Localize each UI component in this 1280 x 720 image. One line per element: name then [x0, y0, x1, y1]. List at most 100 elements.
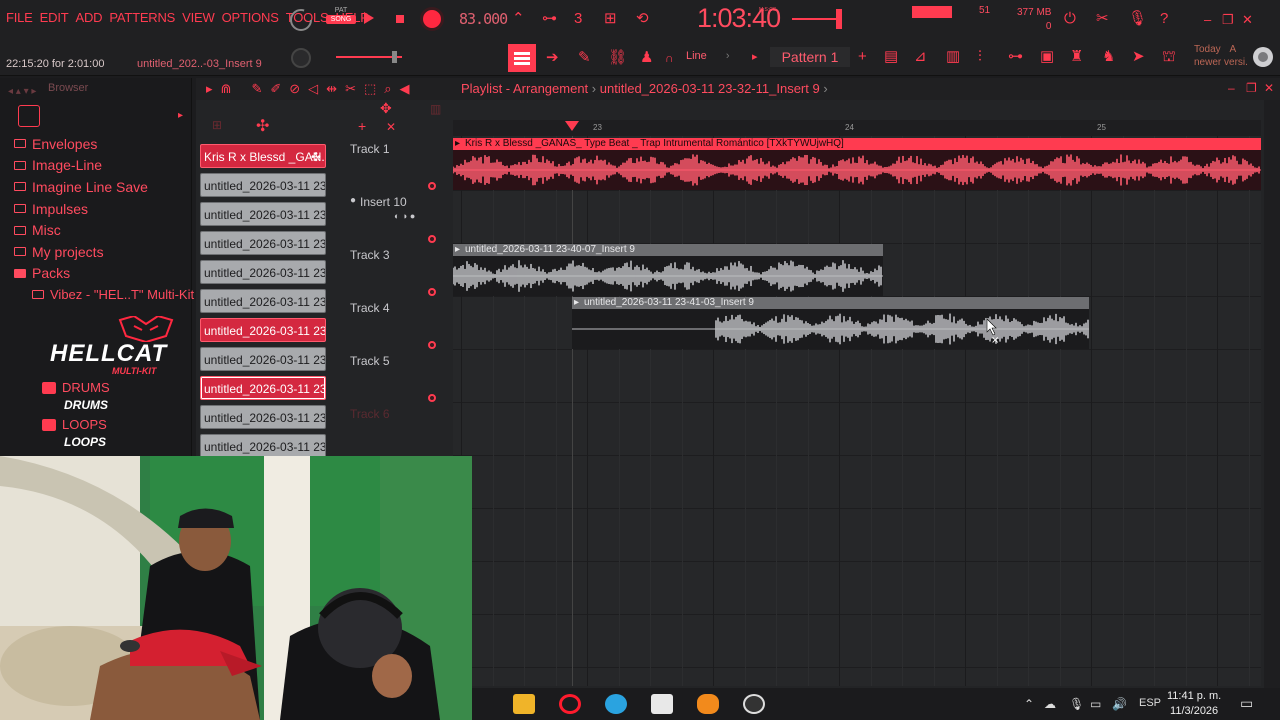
clip-source-5[interactable]: untitled_2026-03-11 23-... — [200, 289, 326, 313]
playlist-menu-icon[interactable]: ▸ — [206, 81, 213, 97]
browser-item-my-projects[interactable]: My projects — [14, 241, 194, 263]
tempo-tap-icon[interactable]: ♞ — [1102, 49, 1115, 64]
track-mute-button[interactable] — [428, 341, 436, 349]
cpu-dial-icon[interactable] — [288, 7, 314, 33]
record-button[interactable] — [420, 7, 444, 31]
track-header-4[interactable]: Track 4 — [346, 297, 446, 349]
main-volume-slider[interactable] — [790, 6, 850, 32]
browser-item-misc[interactable]: Misc — [14, 219, 194, 241]
export-icon[interactable]: ➤ — [1132, 49, 1145, 64]
browser-item-drums[interactable]: DRUMS — [42, 380, 110, 395]
menu-edit[interactable]: EDIT — [40, 10, 69, 25]
clip-source-9[interactable]: untitled_2026-03-11 23-... — [200, 405, 326, 429]
microphone-icon[interactable]: 🎙 — [1069, 697, 1084, 711]
magnet-icon[interactable]: ∩ — [665, 52, 674, 64]
browser-item-packs[interactable]: Packs — [14, 263, 194, 285]
pencil-tool-icon[interactable]: ✎ — [251, 81, 262, 97]
clip-source-0[interactable]: Kris R x Blessd _GAN... ✣ — [200, 144, 326, 168]
help-icon[interactable]: ? — [1160, 11, 1168, 26]
move-tracks-icon[interactable]: ✥ — [380, 100, 392, 117]
power-icon[interactable]: ⏻ — [1064, 11, 1076, 26]
view-playlist-icon[interactable]: ▤ — [884, 49, 898, 64]
tempo-display[interactable]: 83.000 — [459, 10, 508, 28]
opera-icon[interactable] — [559, 694, 581, 714]
picker-audio-icon[interactable]: ✣ — [256, 116, 269, 136]
clip-source-1[interactable]: untitled_2026-03-11 23-... — [200, 173, 326, 197]
view-piano-roll-icon[interactable]: ⊿ — [914, 49, 927, 64]
remove-track-icon[interactable]: ✕ — [386, 120, 396, 134]
media-app-icon[interactable] — [651, 694, 673, 714]
menu-options[interactable]: OPTIONS — [222, 10, 279, 25]
playlist-maximize-button[interactable]: ❐ — [1246, 81, 1257, 95]
menu-patterns[interactable]: PATTERNS — [109, 10, 175, 25]
master-volume-knob[interactable] — [288, 45, 314, 71]
telegram-icon[interactable] — [605, 694, 627, 714]
mic-icon[interactable]: 🎙 — [1128, 11, 1147, 26]
add-pattern-icon[interactable]: + — [858, 49, 867, 64]
playlist-minimize-button[interactable]: – — [1228, 81, 1235, 95]
playhead-marker-icon[interactable] — [565, 121, 579, 131]
track-header-5[interactable]: Track 5 — [346, 350, 446, 402]
magnet-icon[interactable]: ⋒ — [221, 81, 232, 97]
browser-item-image-line[interactable]: Image-Line — [14, 155, 194, 177]
close-button[interactable]: ✕ — [1242, 12, 1253, 28]
track-mute-button[interactable] — [428, 288, 436, 296]
track-mute-button[interactable] — [428, 235, 436, 243]
track-mute-button[interactable] — [428, 394, 436, 402]
file-explorer-icon[interactable] — [513, 694, 535, 714]
loop-record-icon[interactable]: ⟲ — [636, 11, 649, 26]
arrow-right-icon[interactable]: ➔ — [546, 50, 559, 65]
browser-item-loops[interactable]: LOOPS — [42, 417, 107, 432]
news-panel[interactable]: Today A newer versi. — [1194, 43, 1248, 69]
mute-tool-icon[interactable]: ◁ — [308, 81, 318, 97]
stop-button[interactable] — [396, 15, 404, 23]
clip-source-2[interactable]: untitled_2026-03-11 23-... — [200, 202, 326, 226]
pencil-icon[interactable]: ✎ — [578, 50, 591, 65]
pat-song-toggle[interactable]: PAT SONG — [326, 6, 356, 24]
playlist-clip-insert9-a[interactable]: ▸ untitled_2026-03-11 23-40-07_Insert 9 — [453, 244, 883, 296]
obs-icon[interactable] — [743, 694, 765, 714]
fl-studio-icon[interactable] — [697, 694, 719, 714]
wait-input-icon[interactable]: ⊶ — [542, 11, 557, 26]
master-pitch-slider[interactable] — [334, 50, 404, 64]
playlist-toggle-icon[interactable] — [508, 44, 536, 72]
pattern-prev-icon[interactable]: ▸ — [752, 52, 758, 63]
track-header-1[interactable]: Track 1 — [346, 138, 446, 190]
restore-button[interactable]: ❐ — [1222, 12, 1234, 28]
minimize-button[interactable]: – — [1204, 12, 1211, 27]
select-tool-icon[interactable]: ⬚ — [364, 81, 376, 97]
playback-tool-icon[interactable]: ◀ — [400, 81, 410, 97]
playlist-clip-main-beat[interactable]: ▸ Kris R x Blessd _GANAS_ Type Beat _ Tra… — [453, 138, 1261, 190]
play-button[interactable] — [364, 12, 374, 24]
taskbar-clock[interactable]: 11:41 p. m. 11/3/2026 — [1167, 689, 1221, 719]
link-icon[interactable]: ⛓ — [608, 50, 627, 65]
onedrive-icon[interactable]: ☁ — [1044, 697, 1056, 711]
menu-file[interactable]: FILE — [6, 10, 33, 25]
piano-icon[interactable]: ▥ — [430, 102, 441, 116]
clip-source-7[interactable]: untitled_2026-03-11 23-... — [200, 347, 326, 371]
shop-icon[interactable]: ⛫ — [1162, 49, 1176, 64]
countdown-icon[interactable]: 3 — [574, 11, 582, 26]
browser-search-button[interactable] — [18, 105, 40, 127]
track-header-6[interactable]: Track 6 — [346, 403, 446, 455]
delete-tool-icon[interactable]: ⊘ — [289, 81, 300, 97]
clip-source-8[interactable]: untitled_2026-03-11 23-... — [200, 376, 326, 400]
browser-item-envelopes[interactable]: Envelopes — [14, 133, 194, 155]
stamp-icon[interactable]: ♟ — [640, 50, 653, 65]
news-icon[interactable] — [1252, 46, 1274, 68]
clip-source-10[interactable]: untitled_2026-03-11 23-... — [200, 434, 326, 458]
playlist-close-button[interactable]: ✕ — [1264, 81, 1274, 95]
playlist-scrollbar[interactable] — [1264, 100, 1280, 688]
picker-pattern-icon[interactable]: ⊞ — [212, 118, 222, 132]
view-tree-icon[interactable]: ⊶ — [1008, 49, 1023, 64]
playlist-clip-insert9-b[interactable]: ▸ untitled_2026-03-11 23-41-03_Insert 9 — [572, 297, 1089, 349]
timeline-ruler[interactable]: 23 24 25 — [453, 120, 1261, 136]
browser-item-imagine-line-save[interactable]: Imagine Line Save — [14, 176, 194, 198]
network-icon[interactable]: ▭ — [1090, 697, 1101, 711]
zoom-tool-icon[interactable]: ⌕ — [384, 81, 391, 97]
clip-source-6[interactable]: untitled_2026-03-11 23-... — [200, 318, 326, 342]
track-header-3[interactable]: Track 3 — [346, 244, 446, 296]
language-indicator[interactable]: ESP — [1139, 697, 1161, 709]
step-edit-icon[interactable]: ⊞ — [604, 11, 617, 26]
arrangement-grid[interactable] — [453, 120, 1261, 686]
